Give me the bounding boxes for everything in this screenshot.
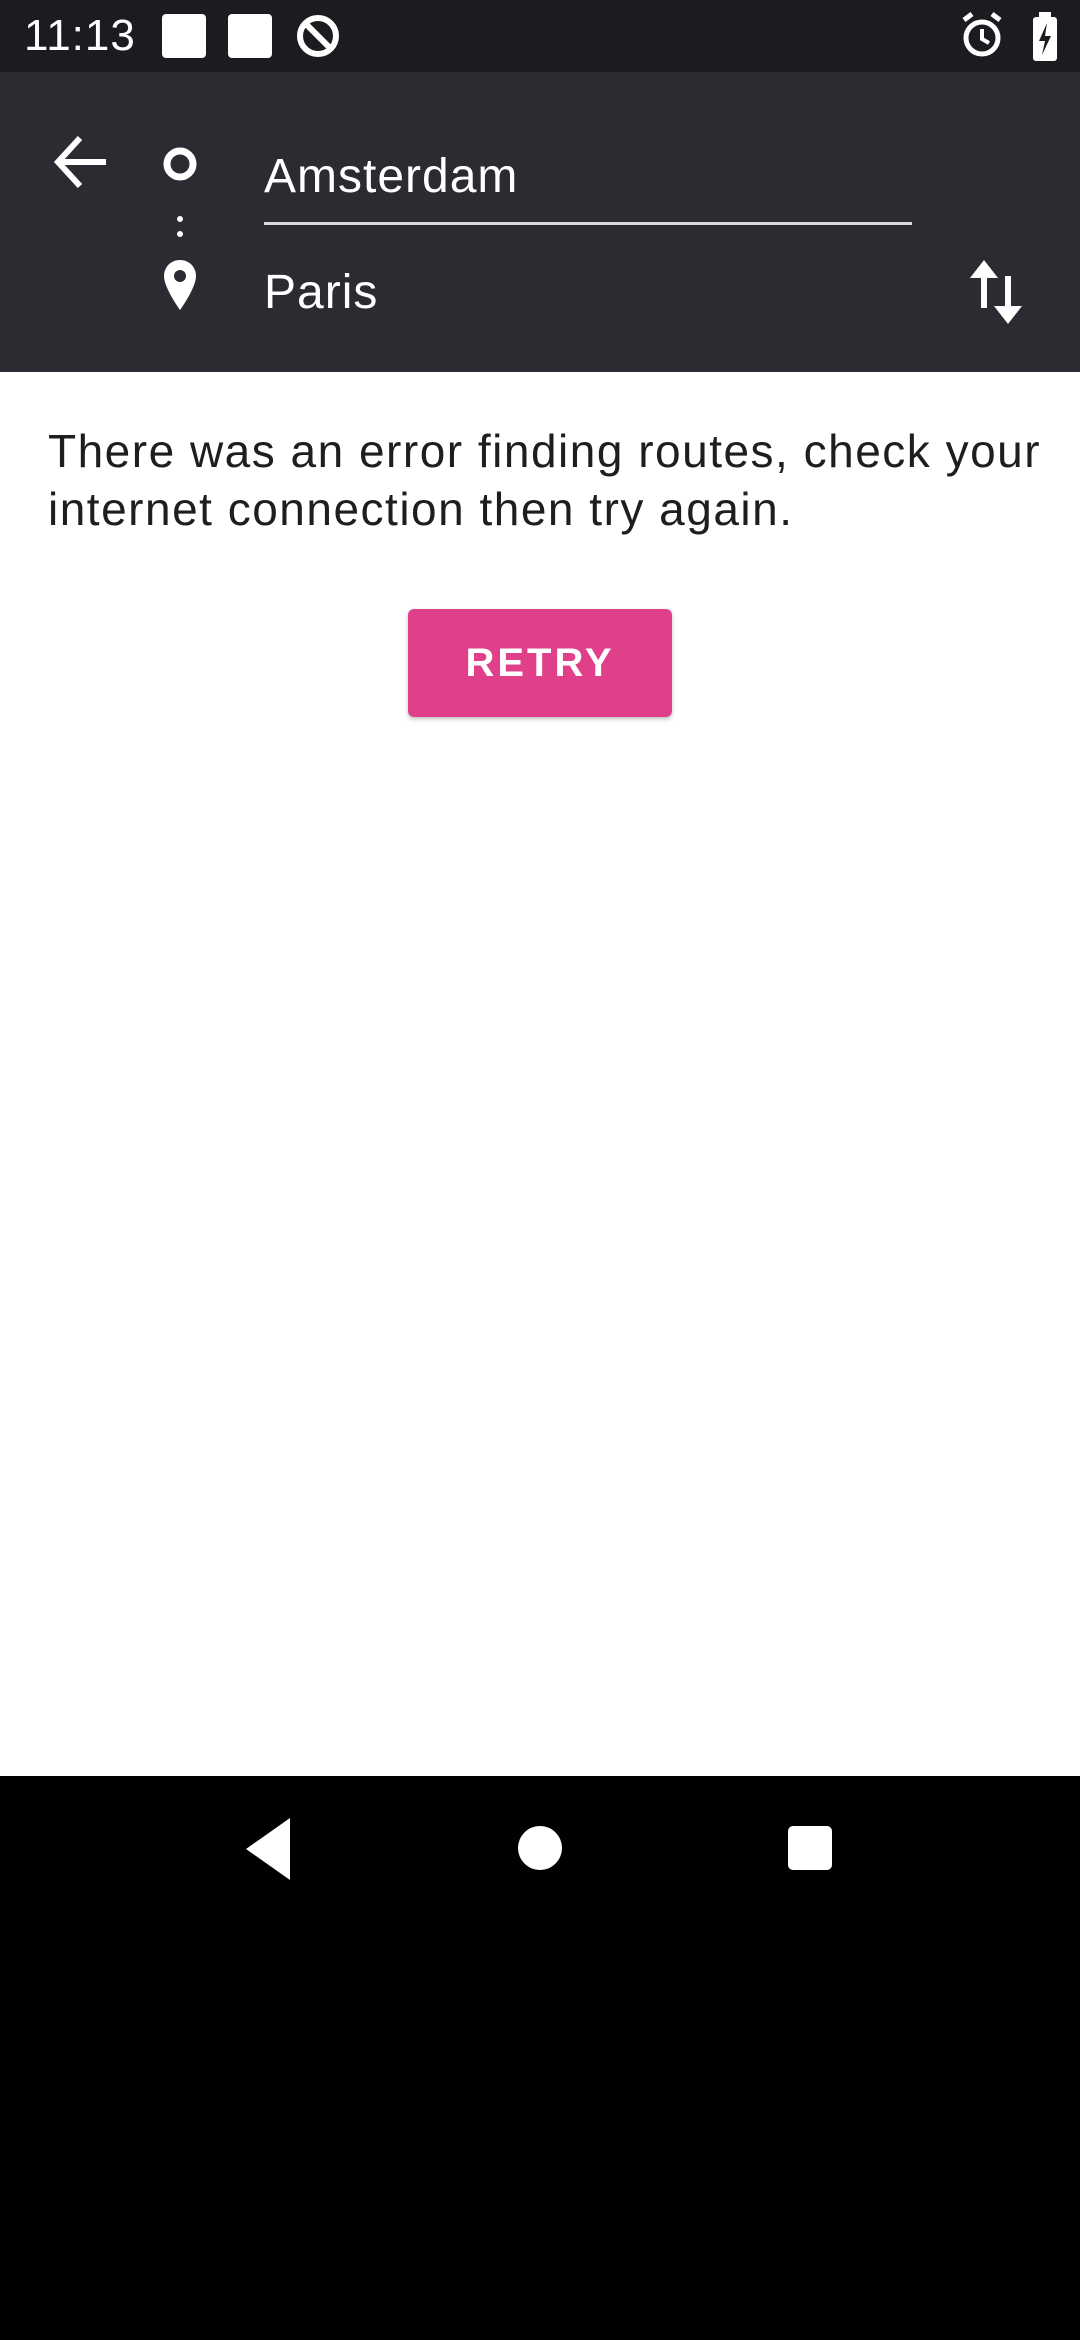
nav-back-icon[interactable] xyxy=(244,1816,292,1882)
status-bar: 11:13 xyxy=(0,0,1080,72)
origin-field[interactable]: Amsterdam xyxy=(264,132,912,225)
location-pin-icon xyxy=(164,260,196,310)
swap-icon[interactable] xyxy=(960,252,1032,332)
route-header: Amsterdam Paris xyxy=(0,72,1080,372)
nav-recents-icon[interactable] xyxy=(788,1826,832,1870)
destination-field[interactable]: Paris xyxy=(264,248,912,338)
routes-content: There was an error finding routes, check… xyxy=(0,372,1080,1776)
at-sign-icon xyxy=(297,15,339,57)
notification-square-icon xyxy=(228,14,272,58)
nav-home-icon[interactable] xyxy=(518,1826,562,1870)
system-nav-bar xyxy=(0,1776,1080,1920)
error-message: There was an error finding routes, check… xyxy=(48,425,1042,535)
origin-dot-icon xyxy=(163,147,197,181)
route-connector-dots xyxy=(177,216,183,237)
alarm-icon xyxy=(962,12,1002,57)
battery-charging-icon xyxy=(1033,12,1057,61)
status-time: 11:13 xyxy=(24,11,136,60)
back-arrow-icon[interactable] xyxy=(44,122,124,202)
retry-button[interactable]: RETRY xyxy=(408,609,672,717)
notification-square-icon xyxy=(162,14,206,58)
